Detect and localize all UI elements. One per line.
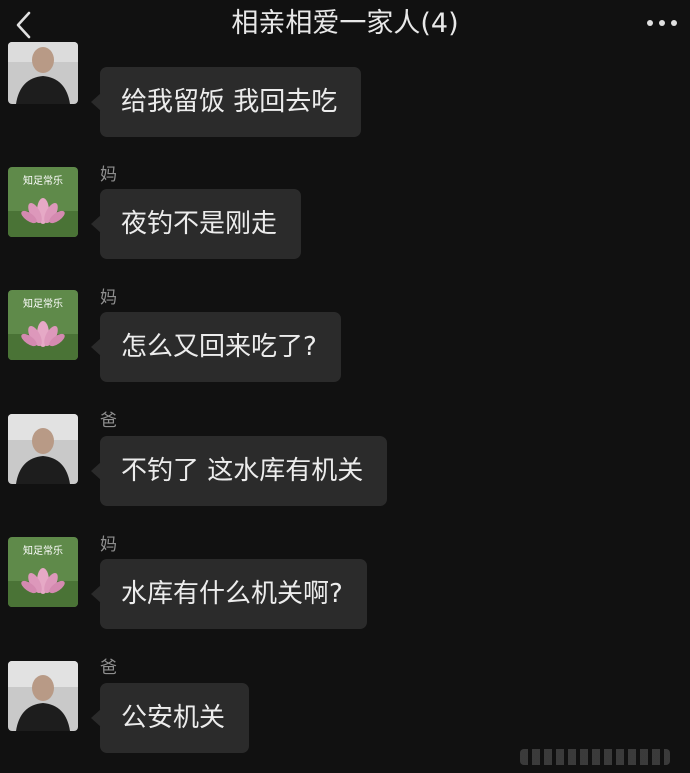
message-bubble[interactable]: 水库有什么机关啊?	[91, 559, 367, 629]
watermark-mark	[520, 749, 670, 765]
sender-name: 妈	[100, 288, 117, 308]
sender-name: 妈	[100, 535, 117, 555]
message-bubble[interactable]: 怎么又回来吃了?	[91, 312, 341, 382]
avatar-caption: 知足常乐	[23, 174, 63, 187]
sender-name: 爸	[100, 411, 117, 431]
sender-name: 妈	[100, 165, 117, 185]
sender-name: 爸	[100, 658, 117, 678]
more-button[interactable]	[642, 10, 682, 36]
message-list[interactable]: 给我留饭 我回去吃 知足常乐 妈 夜钓不是刚走 知足常乐 妈 怎么又回来吃了? …	[0, 42, 690, 773]
dad-photo-avatar[interactable]	[8, 661, 78, 731]
lotus-avatar[interactable]: 知足常乐	[8, 537, 78, 607]
dad-photo-avatar[interactable]	[8, 42, 78, 104]
message-bubble[interactable]: 不钓了 这水库有机关	[90, 436, 388, 506]
message-bubble[interactable]: 公安机关	[90, 683, 250, 753]
dad-photo-avatar[interactable]	[8, 414, 78, 484]
message-bubble[interactable]: 夜钓不是刚走	[90, 189, 302, 259]
chat-header: 相亲相爱一家人(4)	[0, 0, 690, 50]
avatar-caption: 知足常乐	[23, 544, 63, 557]
chat-title: 相亲相爱一家人(4)	[231, 8, 459, 39]
lotus-avatar[interactable]: 知足常乐	[8, 167, 78, 237]
more-horizontal-icon	[647, 20, 677, 26]
avatar-caption: 知足常乐	[23, 297, 63, 310]
message-bubble[interactable]: 给我留饭 我回去吃	[90, 67, 362, 137]
lotus-avatar[interactable]: 知足常乐	[8, 290, 78, 360]
